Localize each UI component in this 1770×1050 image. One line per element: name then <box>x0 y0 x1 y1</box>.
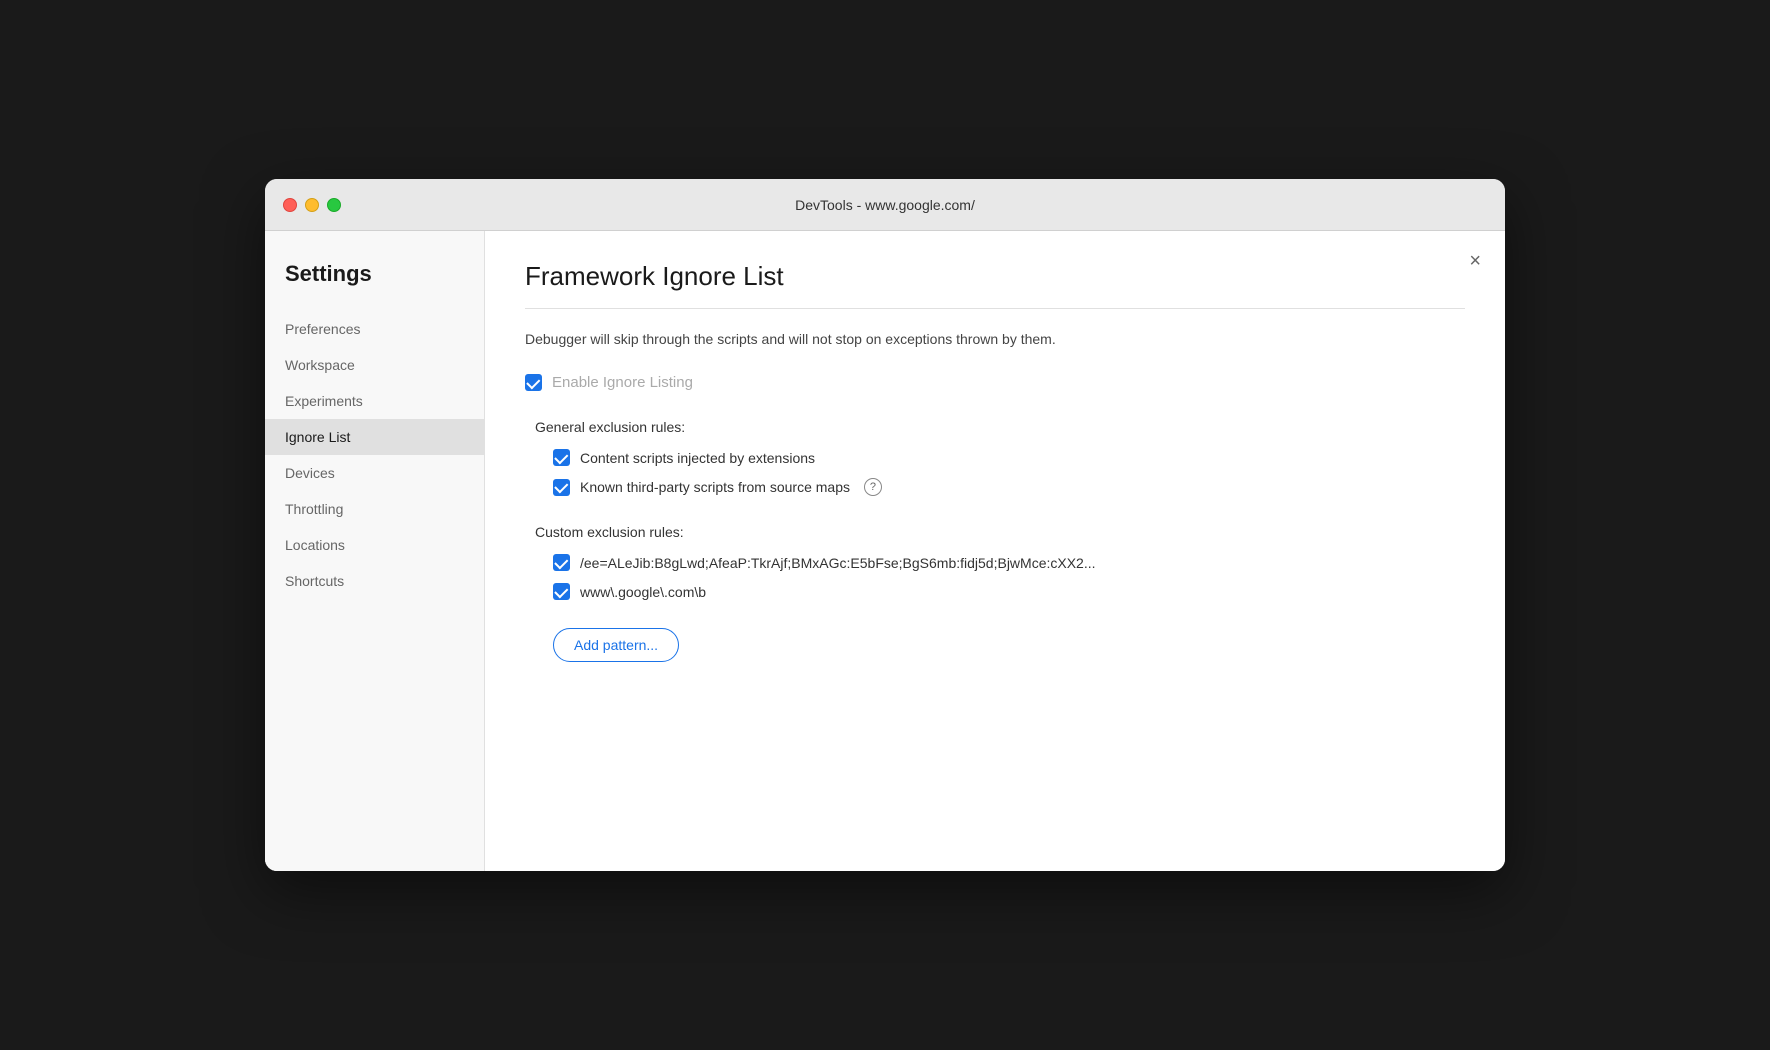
sidebar-item-preferences[interactable]: Preferences <box>265 311 484 347</box>
sidebar-item-throttling[interactable]: Throttling <box>265 491 484 527</box>
enable-ignore-listing-label: Enable Ignore Listing <box>552 374 693 391</box>
sidebar-item-ignore-list[interactable]: Ignore List <box>265 419 484 455</box>
devtools-window: DevTools - www.google.com/ Settings Pref… <box>265 179 1505 871</box>
enable-ignore-listing-checkbox[interactable] <box>525 374 542 391</box>
custom-rule-1-checkbox[interactable] <box>553 554 570 571</box>
close-traffic-light[interactable] <box>283 198 297 212</box>
third-party-scripts-label: Known third-party scripts from source ma… <box>580 479 850 495</box>
content-scripts-checkbox[interactable] <box>553 449 570 466</box>
general-exclusion-section: General exclusion rules: Content scripts… <box>525 419 1465 496</box>
add-pattern-button[interactable]: Add pattern... <box>553 628 679 662</box>
third-party-scripts-checkbox[interactable] <box>553 479 570 496</box>
divider <box>525 308 1465 309</box>
enable-ignore-listing-row: Enable Ignore Listing <box>525 374 1465 391</box>
help-icon[interactable]: ? <box>864 478 882 496</box>
sidebar-item-locations[interactable]: Locations <box>265 527 484 563</box>
content-scripts-label: Content scripts injected by extensions <box>580 450 815 466</box>
sidebar-item-devices[interactable]: Devices <box>265 455 484 491</box>
custom-exclusion-label: Custom exclusion rules: <box>525 524 1465 540</box>
page-description: Debugger will skip through the scripts a… <box>525 329 1465 350</box>
sidebar-heading: Settings <box>265 261 484 311</box>
window-title: DevTools - www.google.com/ <box>795 197 975 213</box>
sidebar-item-shortcuts[interactable]: Shortcuts <box>265 563 484 599</box>
custom-rule-2-checkbox[interactable] <box>553 583 570 600</box>
content-area: Settings Preferences Workspace Experimen… <box>265 231 1505 871</box>
general-exclusion-label: General exclusion rules: <box>525 419 1465 435</box>
table-row: Known third-party scripts from source ma… <box>525 478 1465 496</box>
sidebar-item-workspace[interactable]: Workspace <box>265 347 484 383</box>
table-row: Content scripts injected by extensions <box>525 449 1465 466</box>
minimize-traffic-light[interactable] <box>305 198 319 212</box>
sidebar-item-experiments[interactable]: Experiments <box>265 383 484 419</box>
sidebar: Settings Preferences Workspace Experimen… <box>265 231 485 871</box>
traffic-lights <box>283 198 341 212</box>
main-panel: × Framework Ignore List Debugger will sk… <box>485 231 1505 871</box>
table-row: /ee=ALeJib:B8gLwd;AfeaP:TkrAjf;BMxAGc:E5… <box>525 554 1465 571</box>
close-button[interactable]: × <box>1469 251 1481 271</box>
page-title: Framework Ignore List <box>525 261 1465 292</box>
titlebar: DevTools - www.google.com/ <box>265 179 1505 231</box>
custom-exclusion-section: Custom exclusion rules: /ee=ALeJib:B8gLw… <box>525 524 1465 600</box>
table-row: www\.google\.com\b <box>525 583 1465 600</box>
custom-rule-1-label: /ee=ALeJib:B8gLwd;AfeaP:TkrAjf;BMxAGc:E5… <box>580 555 1096 571</box>
custom-rule-2-label: www\.google\.com\b <box>580 584 706 600</box>
maximize-traffic-light[interactable] <box>327 198 341 212</box>
